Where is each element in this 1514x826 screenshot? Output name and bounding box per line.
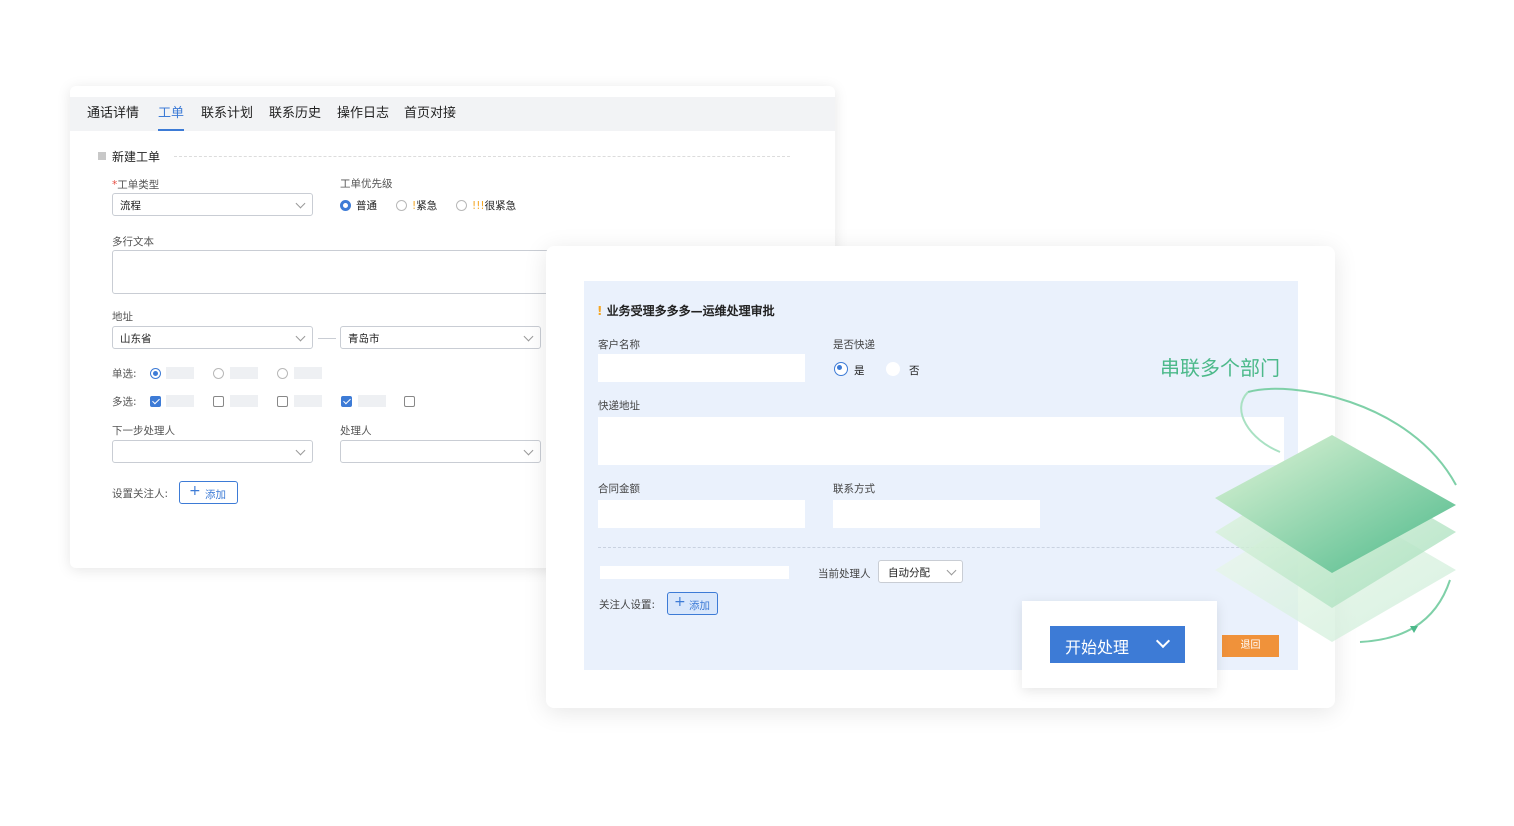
contact-label: 联系方式 — [833, 483, 875, 495]
express-yes-label: 是 — [854, 365, 865, 377]
city-select[interactable]: 青岛市 — [340, 326, 541, 349]
handler-select[interactable] — [340, 440, 541, 463]
address-label: 地址 — [112, 311, 133, 323]
orbit-arc-left — [1240, 391, 1281, 453]
option-placeholder — [166, 395, 194, 407]
option-placeholder — [230, 367, 258, 379]
current-handler-label: 当前处理人 — [818, 568, 871, 580]
tab-bar: 通话详情 工单 联系计划 联系历史 操作日志 首页对接 — [70, 97, 835, 131]
option-placeholder — [230, 395, 258, 407]
start-processing-button[interactable]: 开始处理 — [1050, 626, 1185, 663]
section-divider — [174, 156, 790, 157]
tab-contact-history[interactable]: 联系历史 — [269, 97, 321, 131]
single-choice-radio-2[interactable] — [213, 368, 224, 379]
tab-contact-plan[interactable]: 联系计划 — [201, 97, 253, 131]
option-placeholder — [294, 367, 322, 379]
plus-icon: + — [674, 594, 686, 610]
current-handler-select[interactable]: 自动分配 — [878, 560, 963, 583]
multiline-label: 多行文本 — [112, 236, 154, 248]
contact-input[interactable] — [833, 500, 1040, 528]
multi-choice-label: 多选: — [112, 396, 137, 408]
stacked-layers-graphic — [1215, 387, 1457, 643]
priority-urgent-radio[interactable] — [396, 200, 407, 211]
active-tab-indicator — [158, 129, 184, 131]
customer-name-label: 客户名称 — [598, 339, 640, 351]
current-handler-value: 自动分配 — [888, 567, 930, 579]
chevron-down-icon — [523, 445, 534, 456]
customer-name-input[interactable] — [598, 354, 805, 382]
contract-amount-label: 合同金额 — [598, 483, 640, 495]
chevron-down-icon — [946, 565, 957, 576]
tab-homepage-integration[interactable]: 首页对接 — [404, 97, 456, 131]
next-handler-select[interactable] — [112, 440, 313, 463]
panel-divider — [598, 547, 1284, 548]
approval-title: ! 业务受理多多多—运维处理审批 — [597, 304, 775, 318]
chevron-down-icon — [295, 198, 306, 209]
multi-choice-checkbox-4[interactable] — [341, 396, 352, 407]
chevron-down-icon — [295, 331, 306, 342]
handler-label: 处理人 — [340, 425, 372, 437]
express-yes-radio[interactable] — [834, 362, 848, 376]
blank-field[interactable] — [600, 566, 789, 579]
single-choice-radio-3[interactable] — [277, 368, 288, 379]
tab-operation-log[interactable]: 操作日志 — [337, 97, 389, 131]
express-no-radio[interactable] — [886, 362, 900, 376]
chevron-down-icon — [523, 331, 534, 342]
express-no-label: 否 — [909, 365, 920, 377]
watchers-setting-label: 关注人设置: — [599, 599, 656, 611]
single-choice-label: 单选: — [112, 368, 137, 380]
add-watcher-button[interactable]: + 添加 — [179, 481, 238, 504]
multi-choice-checkbox-5[interactable] — [404, 396, 415, 407]
priority-normal-label: 普通 — [356, 200, 377, 212]
start-processing-label: 开始处理 — [1065, 638, 1130, 657]
plus-icon: + — [189, 483, 201, 499]
add-watcher-label: 添加 — [689, 600, 710, 612]
add-watcher-label: 添加 — [205, 489, 226, 501]
multi-choice-checkbox-1[interactable] — [150, 396, 161, 407]
start-button-wrapper: 开始处理 — [1022, 601, 1217, 688]
tagline: 串联多个部门 — [1160, 356, 1280, 380]
add-watcher-button[interactable]: + 添加 — [667, 592, 718, 615]
range-dash — [318, 338, 336, 339]
priority-very-urgent-radio[interactable] — [456, 200, 467, 211]
multiline-textarea[interactable] — [112, 250, 584, 294]
express-label: 是否快递 — [833, 339, 875, 351]
multi-choice-checkbox-2[interactable] — [213, 396, 224, 407]
express-address-label: 快递地址 — [598, 400, 640, 412]
ticket-type-label: *工单类型 — [112, 179, 160, 191]
tab-call-details[interactable]: 通话详情 — [87, 97, 139, 131]
watchers-label: 设置关注人: — [112, 488, 169, 500]
section-title: 新建工单 — [112, 150, 161, 164]
option-placeholder — [166, 367, 194, 379]
multi-choice-checkbox-3[interactable] — [277, 396, 288, 407]
option-placeholder — [294, 395, 322, 407]
city-value: 青岛市 — [348, 333, 380, 345]
province-value: 山东省 — [120, 333, 152, 345]
option-placeholder — [358, 395, 386, 407]
priority-label: 工单优先级 — [340, 178, 393, 190]
tab-ticket[interactable]: 工单 — [158, 97, 184, 131]
ticket-type-value: 流程 — [120, 200, 141, 212]
priority-very-urgent-label: !!!很紧急 — [472, 200, 517, 212]
chevron-down-icon — [1155, 633, 1171, 649]
priority-urgent-label: !紧急 — [412, 200, 438, 212]
province-select[interactable]: 山东省 — [112, 326, 313, 349]
express-address-input[interactable] — [598, 417, 1284, 465]
chevron-down-icon — [295, 445, 306, 456]
priority-normal-radio[interactable] — [340, 200, 351, 211]
next-handler-label: 下一步处理人 — [112, 425, 175, 437]
contract-amount-input[interactable] — [598, 500, 805, 528]
ticket-type-select[interactable]: 流程 — [112, 193, 313, 216]
section-square-icon — [98, 152, 106, 160]
single-choice-radio-1[interactable] — [150, 368, 161, 379]
